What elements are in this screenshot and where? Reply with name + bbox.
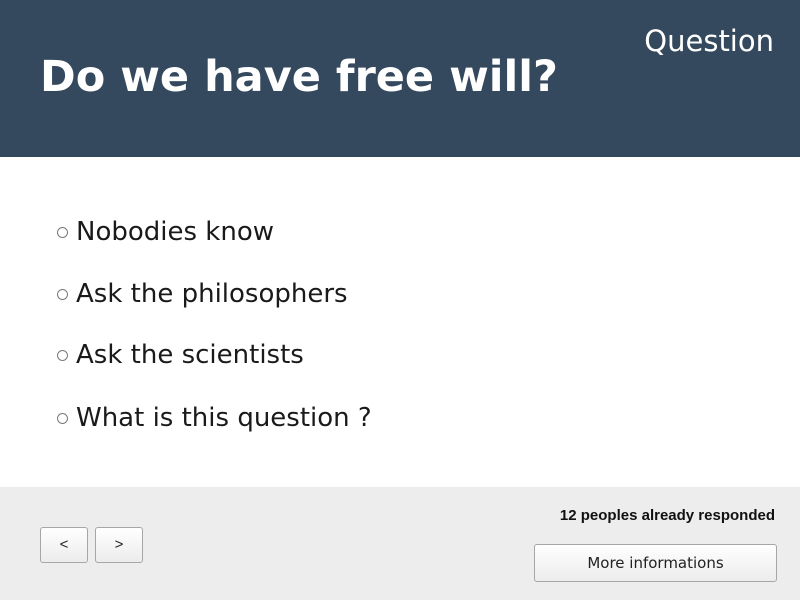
answer-option-2[interactable]: Ask the philosophers [57, 274, 348, 314]
answer-option-label: Nobodies know [76, 217, 275, 247]
answer-option-1[interactable]: Nobodies know [57, 212, 274, 252]
question-page: Question Do we have free will? Nobodies … [0, 0, 800, 600]
question-title: Do we have free will? [40, 52, 558, 102]
previous-button[interactable]: < [40, 527, 88, 563]
radio-unchecked-icon[interactable] [57, 349, 68, 361]
radio-unchecked-icon[interactable] [57, 288, 68, 300]
answer-option-label: Ask the philosophers [76, 279, 348, 309]
radio-unchecked-icon[interactable] [57, 226, 68, 238]
response-count: 12 peoples already responded [559, 507, 775, 524]
more-informations-button[interactable]: More informations [534, 544, 777, 582]
answer-option-label: Ask the scientists [76, 340, 304, 370]
answer-option-3[interactable]: Ask the scientists [57, 335, 304, 375]
answer-option-label: What is this question ? [76, 403, 372, 433]
section-label: Question [644, 24, 774, 58]
answer-options: Nobodies know Ask the philosophers Ask t… [0, 157, 800, 487]
question-header: Question Do we have free will? [0, 0, 800, 157]
radio-unchecked-icon[interactable] [57, 412, 68, 424]
footer-bar: < > 12 peoples already responded More in… [0, 487, 800, 600]
next-button[interactable]: > [95, 527, 143, 563]
answer-option-4[interactable]: What is this question ? [57, 398, 372, 438]
